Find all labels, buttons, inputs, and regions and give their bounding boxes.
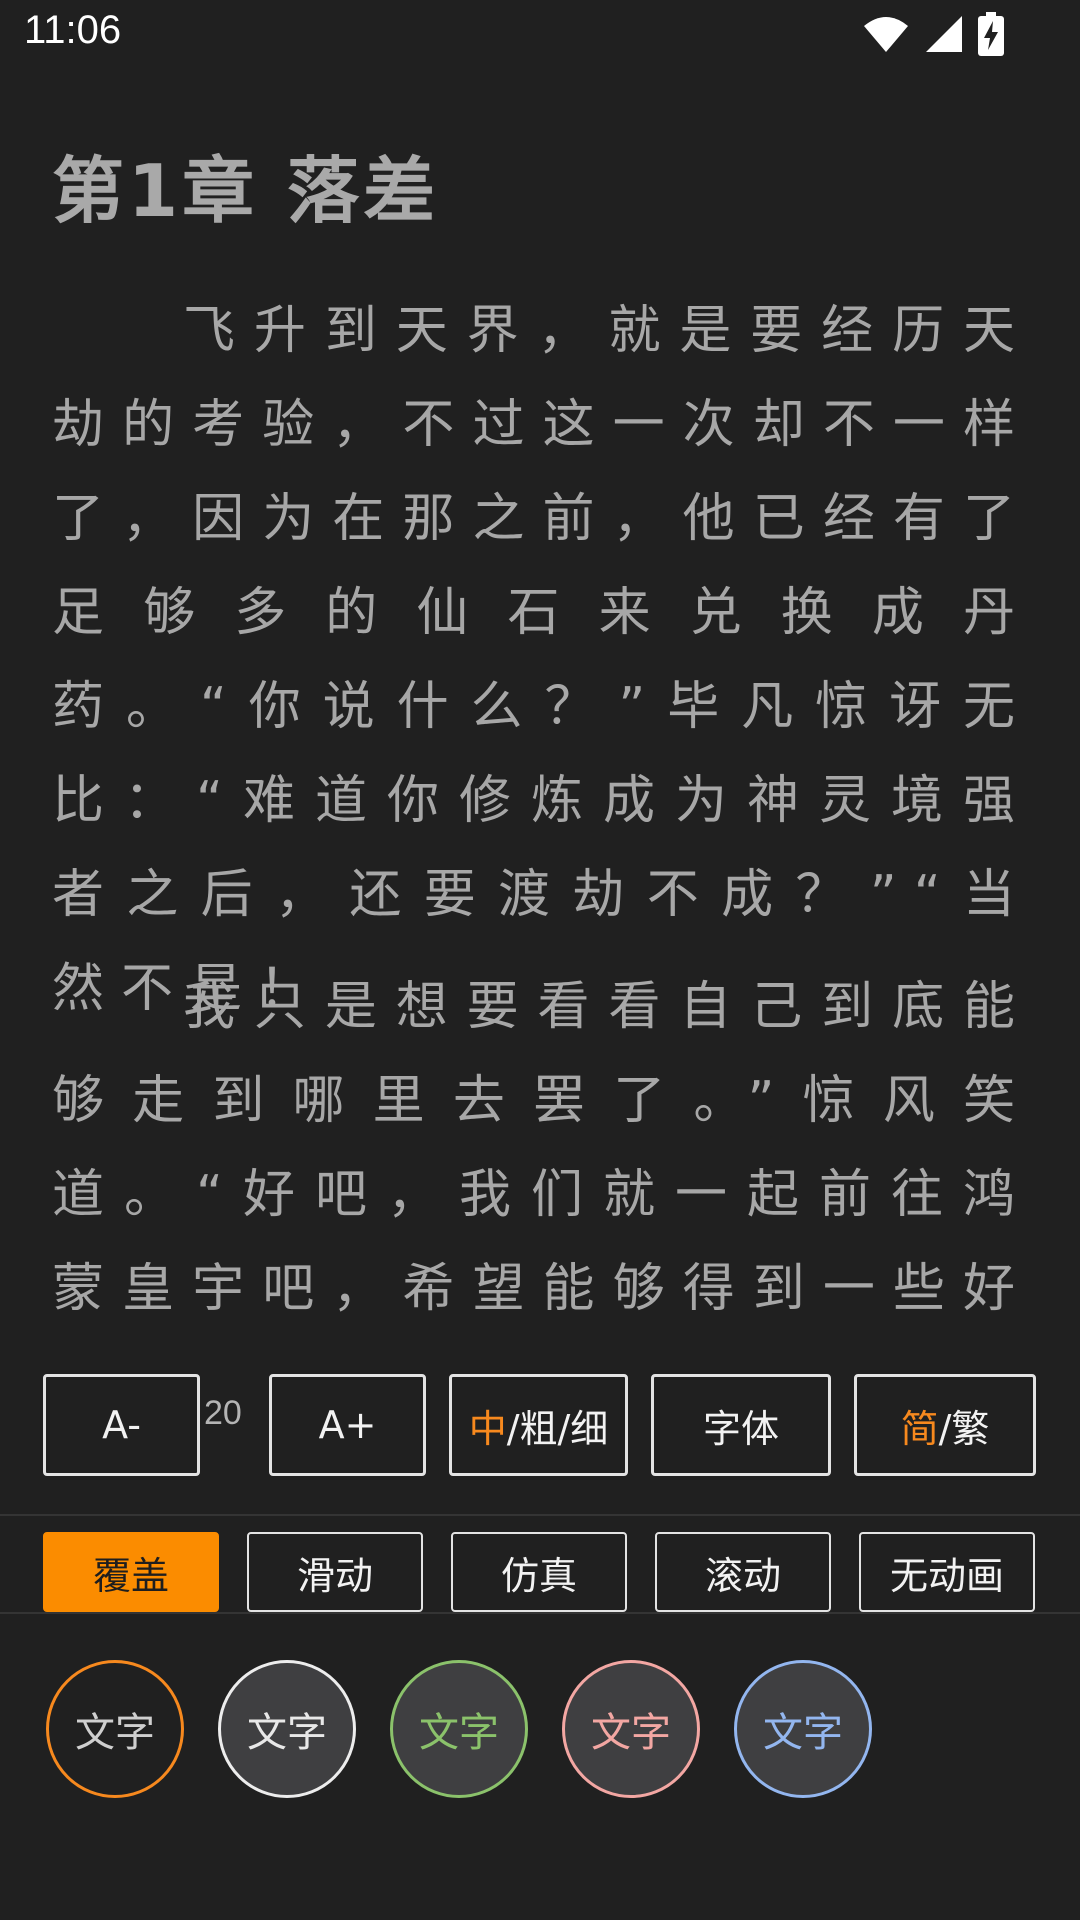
paragraph: 飞升到天界，就是要经历天劫的考验，不过这一次却不一样了，因为在那之前，他已经有了… — [52, 301, 1032, 1019]
animation-none-button[interactable]: 无动画 — [859, 1532, 1035, 1612]
script-toggle-button[interactable]: 简/繁 — [854, 1374, 1036, 1476]
animation-slide-button[interactable]: 滑动 — [247, 1532, 423, 1612]
font-size-decrease-button[interactable]: A- — [43, 1374, 200, 1476]
color-theme-row: 文字 文字 文字 文字 文字 — [0, 1660, 1080, 1810]
font-weight-selected: 中 — [468, 1406, 507, 1451]
status-icons — [862, 12, 1004, 56]
status-time: 11:06 — [24, 8, 122, 52]
font-family-button[interactable]: 字体 — [651, 1374, 831, 1476]
font-weight-options: /粗/细 — [506, 1406, 609, 1451]
script-options: /繁 — [938, 1406, 990, 1451]
color-theme-swatch[interactable]: 文字 — [734, 1660, 872, 1798]
color-theme-swatch[interactable]: 文字 — [390, 1660, 528, 1798]
color-theme-swatch[interactable]: 文字 — [46, 1660, 184, 1798]
color-theme-swatch[interactable]: 文字 — [562, 1660, 700, 1798]
script-selected: 简 — [900, 1406, 939, 1451]
signal-icon — [924, 14, 964, 54]
chapter-title: 第1章 落差 — [52, 149, 440, 233]
status-bar: 11:06 — [0, 0, 1080, 70]
animation-scroll-button[interactable]: 滚动 — [655, 1532, 831, 1612]
font-settings-row: A- 20 A+ 中/粗/细 字体 简/繁 — [0, 1374, 1080, 1476]
reader-page[interactable]: 第1章 落差 飞升到天界，就是要经历天劫的考验，不过这一次却不一样了，因为在那之… — [0, 70, 1080, 1330]
wifi-icon — [862, 14, 910, 54]
animation-simulation-button[interactable]: 仿真 — [451, 1532, 627, 1612]
paragraph: 我只是想要看看自己到底能够走到哪里去罢了。”惊风笑道。“好吧，我们就一起前往鸿蒙… — [52, 977, 1032, 1319]
reading-settings-panel: A- 20 A+ 中/粗/细 字体 简/繁 覆盖 滑动 仿真 滚动 无动画 文字… — [0, 1330, 1080, 1920]
font-size-increase-button[interactable]: A+ — [269, 1374, 426, 1476]
font-weight-button[interactable]: 中/粗/细 — [449, 1374, 628, 1476]
animation-cover-button[interactable]: 覆盖 — [43, 1532, 219, 1612]
battery-charging-icon — [978, 12, 1004, 56]
color-theme-swatch[interactable]: 文字 — [218, 1660, 356, 1798]
page-animation-row: 覆盖 滑动 仿真 滚动 无动画 — [0, 1514, 1080, 1614]
font-size-value: 20 — [204, 1394, 242, 1432]
